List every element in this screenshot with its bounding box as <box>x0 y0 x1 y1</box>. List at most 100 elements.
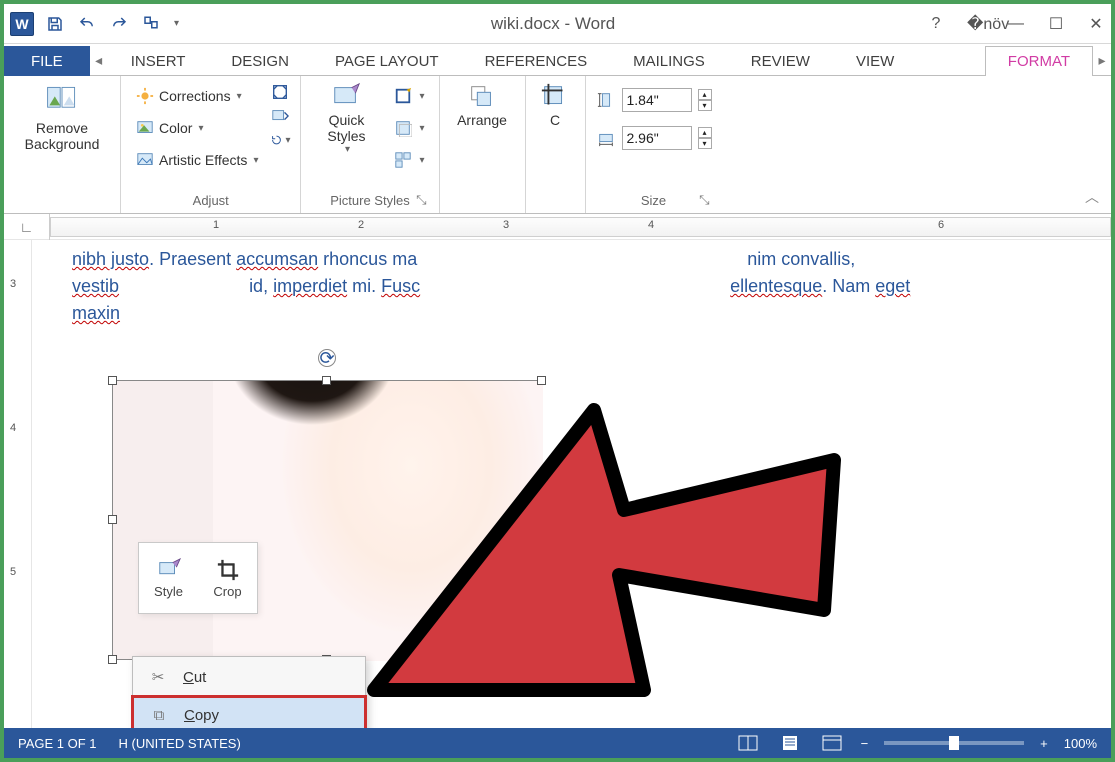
text-frag: vestib <box>72 276 119 296</box>
window-controls: ? �növ — ☐ ✕ <box>927 14 1105 34</box>
horizontal-ruler[interactable]: 1 2 3 4 6 <box>50 217 1111 237</box>
text-frag: rhoncus ma <box>318 249 417 269</box>
tab-scroll-left-icon[interactable]: ◂ <box>90 46 108 75</box>
touch-mode-icon[interactable] <box>140 13 162 35</box>
word-app-icon: W <box>10 12 34 36</box>
text-frag: ellentesque <box>730 276 822 296</box>
mini-crop-button[interactable]: Crop <box>198 543 257 613</box>
width-spinner[interactable]: ▴▾ <box>698 127 712 149</box>
scissors-icon: ✂ <box>147 668 169 686</box>
ruler-row: ∟ 1 2 3 4 6 <box>4 214 1111 240</box>
vertical-ruler[interactable]: 3 4 5 <box>4 240 32 728</box>
tab-selector[interactable]: ∟ <box>4 214 50 240</box>
tab-file[interactable]: FILE <box>4 46 90 76</box>
pic-styles-launcher-icon[interactable]: ⤡ <box>416 192 426 208</box>
tab-mailings[interactable]: MAILINGS <box>610 46 728 76</box>
zoom-level[interactable]: 100% <box>1064 736 1097 751</box>
artistic-label: Artistic Effects <box>159 152 247 168</box>
status-bar: PAGE 1 OF 1 H (UNITED STATES) − + 100% <box>4 728 1111 758</box>
ruler-mark-4: 4 <box>648 219 654 231</box>
resize-handle[interactable] <box>108 376 117 385</box>
change-picture-icon[interactable] <box>270 106 290 126</box>
read-mode-icon[interactable] <box>735 733 761 753</box>
crop-button[interactable]: C <box>520 82 590 128</box>
tab-review[interactable]: REVIEW <box>728 46 833 76</box>
web-layout-icon[interactable] <box>819 733 845 753</box>
picture-border-button[interactable]: ▾ <box>389 82 428 110</box>
status-page[interactable]: PAGE 1 OF 1 <box>18 736 97 751</box>
zoom-in-button[interactable]: + <box>1040 736 1048 751</box>
quick-access-toolbar: W ▾ <box>10 12 179 36</box>
undo-icon[interactable] <box>76 13 98 35</box>
mini-toolbar: Style Crop <box>138 542 258 614</box>
vruler-mark-4: 4 <box>10 422 16 434</box>
picture-layout-button[interactable]: ▾ <box>389 146 428 174</box>
mini-style-button[interactable]: Style <box>139 543 198 613</box>
height-spinner[interactable]: ▴▾ <box>698 89 712 111</box>
tab-format[interactable]: FORMAT <box>985 46 1093 76</box>
zoom-out-button[interactable]: − <box>861 736 869 751</box>
resize-handle[interactable] <box>108 655 117 664</box>
minimize-icon[interactable]: — <box>1007 15 1025 33</box>
context-menu: ✂ Cut ⧉ Copy 📋 Paste Options: Edit Pictu… <box>132 656 366 728</box>
maximize-icon[interactable]: ☐ <box>1047 14 1065 34</box>
tab-design[interactable]: DESIGN <box>208 46 312 76</box>
reset-picture-icon[interactable]: ▾ <box>270 130 290 150</box>
group-background: Remove Background <box>4 76 121 213</box>
text-frag: imperdiet <box>273 276 347 296</box>
remove-background-button[interactable]: Remove Background <box>14 82 110 152</box>
color-button[interactable]: Color▾ <box>131 114 262 142</box>
resize-handle[interactable] <box>537 376 546 385</box>
help-icon[interactable]: ? <box>927 15 945 33</box>
tab-insert[interactable]: INSERT <box>108 46 209 76</box>
width-input[interactable] <box>622 126 692 150</box>
ctx-cut[interactable]: ✂ Cut <box>133 657 365 697</box>
vertical-scrollbar[interactable] <box>1089 240 1107 728</box>
picture-effects-icon <box>393 118 413 138</box>
arrange-button[interactable]: Arrange <box>447 82 517 128</box>
text-frag: Fusc <box>381 276 420 296</box>
tab-references[interactable]: REFERENCES <box>462 46 611 76</box>
width-icon <box>596 128 616 148</box>
ctx-cut-label: Cut <box>183 669 206 686</box>
group-size: ▴▾ ▴▾ Size⤡ <box>586 76 722 213</box>
title-bar: W ▾ wiki.docx - Word ? �növ — ☐ ✕ <box>4 4 1111 44</box>
status-language[interactable]: H (UNITED STATES) <box>119 736 241 751</box>
height-icon <box>596 90 616 110</box>
artistic-effects-button[interactable]: Artistic Effects▾ <box>131 146 262 174</box>
resize-handle[interactable] <box>537 515 546 524</box>
save-icon[interactable] <box>44 13 66 35</box>
copy-icon: ⧉ <box>148 707 170 724</box>
crop-icon <box>216 558 240 582</box>
document-page[interactable]: nibh justo. Praesent accumsan rhoncus ma… <box>32 240 1111 728</box>
quick-styles-button[interactable]: Quick Styles▾ <box>311 82 381 155</box>
tab-scroll-right-icon[interactable]: ▸ <box>1093 46 1111 75</box>
print-layout-icon[interactable] <box>777 733 803 753</box>
resize-handle[interactable] <box>108 515 117 524</box>
tab-page-layout[interactable]: PAGE LAYOUT <box>312 46 462 76</box>
resize-handle[interactable] <box>537 655 546 664</box>
text-frag: eget <box>875 276 910 296</box>
redo-icon[interactable] <box>108 13 130 35</box>
picture-effects-button[interactable]: ▾ <box>389 114 428 142</box>
group-pic-styles-label: Picture Styles <box>330 193 409 208</box>
text-frag: . Praesent <box>149 249 236 269</box>
ctx-copy[interactable]: ⧉ Copy <box>131 695 367 728</box>
selected-picture[interactable]: ⟳ <box>112 380 542 660</box>
color-label: Color <box>159 120 192 136</box>
mini-crop-label: Crop <box>213 584 241 599</box>
size-launcher-icon[interactable]: ⤡ <box>699 192 709 208</box>
corrections-button[interactable]: Corrections▾ <box>131 82 262 110</box>
height-input[interactable] <box>622 88 692 112</box>
compress-pictures-icon[interactable] <box>270 82 290 102</box>
text-frag: mi. <box>347 276 381 296</box>
close-icon[interactable]: ✕ <box>1087 14 1105 34</box>
resize-handle[interactable] <box>322 376 331 385</box>
zoom-slider[interactable] <box>884 741 1024 745</box>
ribbon-options-icon[interactable]: �növ <box>967 14 985 34</box>
picture-layout-icon <box>393 150 413 170</box>
rotate-handle-icon[interactable]: ⟳ <box>318 349 336 367</box>
tab-view[interactable]: VIEW <box>833 46 917 76</box>
picture-border-icon <box>393 86 413 106</box>
collapse-ribbon-icon[interactable]: ︿ <box>1085 187 1099 207</box>
